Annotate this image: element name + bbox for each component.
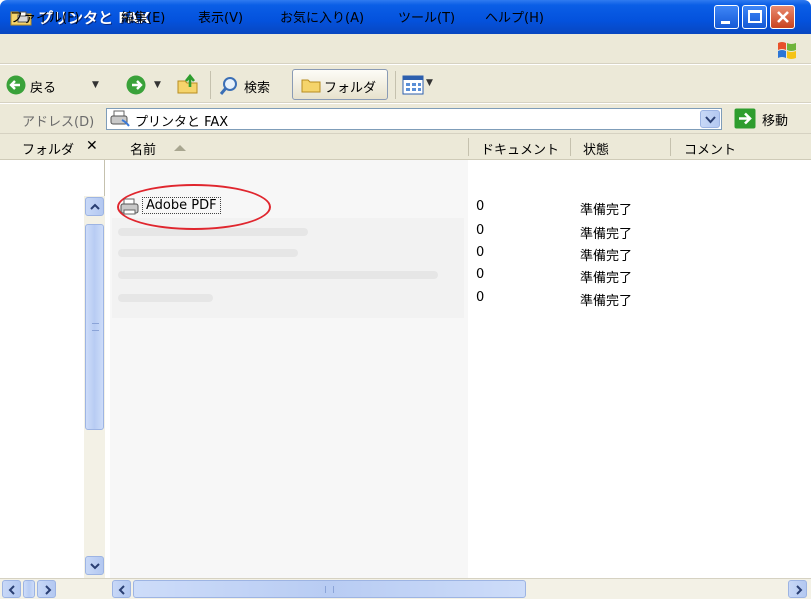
minimize-icon bbox=[721, 21, 730, 24]
forward-button[interactable]: ▼ bbox=[126, 70, 168, 100]
view-icon bbox=[402, 75, 424, 95]
column-separator[interactable] bbox=[570, 138, 571, 156]
close-icon bbox=[777, 11, 789, 23]
printer-status: 準備完了 bbox=[580, 249, 633, 264]
printer-status: 準備完了 bbox=[580, 227, 633, 242]
address-value: プリンタと FAX bbox=[135, 115, 229, 130]
close-button[interactable] bbox=[770, 5, 795, 29]
chevron-down-icon bbox=[90, 563, 100, 570]
document-count: 0 bbox=[476, 267, 485, 282]
minimize-button[interactable] bbox=[714, 5, 739, 29]
chevron-right-icon bbox=[45, 585, 52, 595]
back-dropdown-icon[interactable]: ▼ bbox=[92, 80, 99, 90]
go-button[interactable]: 移動 bbox=[734, 107, 804, 131]
menu-view[interactable]: 表示(V) bbox=[198, 7, 243, 26]
column-comments-header[interactable]: コメント bbox=[684, 139, 736, 158]
scroll-right-button[interactable] bbox=[788, 580, 807, 598]
folders-button[interactable]: フォルダ bbox=[292, 69, 388, 100]
chevron-left-icon bbox=[8, 585, 15, 595]
list-item[interactable]: 0 準備完了 bbox=[114, 242, 811, 264]
scroll-left-button[interactable] bbox=[112, 580, 131, 598]
go-arrow-icon bbox=[734, 108, 756, 129]
go-label: 移動 bbox=[762, 114, 789, 129]
menu-help[interactable]: ヘルプ(H) bbox=[485, 7, 544, 26]
forward-arrow-icon bbox=[126, 75, 146, 95]
back-label: 戻る bbox=[30, 81, 57, 96]
folder-scroll-left-button[interactable] bbox=[2, 580, 21, 598]
list-item[interactable]: 0 準備完了 bbox=[114, 287, 811, 309]
document-count: 0 bbox=[476, 290, 485, 305]
printer-status: 準備完了 bbox=[580, 294, 633, 309]
document-count: 0 bbox=[476, 199, 485, 214]
sort-ascending-icon bbox=[174, 145, 186, 151]
folder-scroll-right-button[interactable] bbox=[37, 580, 56, 598]
search-button[interactable]: 検索 bbox=[218, 70, 288, 100]
back-arrow-icon bbox=[6, 75, 26, 95]
search-label: 検索 bbox=[244, 81, 271, 96]
printer-icon bbox=[110, 110, 130, 127]
chevron-down-icon bbox=[705, 116, 716, 124]
document-count: 0 bbox=[476, 245, 485, 260]
vertical-scroll-thumb[interactable] bbox=[85, 224, 104, 430]
menu-bar bbox=[0, 34, 811, 64]
maximize-icon bbox=[748, 10, 762, 23]
column-name-header[interactable]: 名前 bbox=[130, 139, 156, 158]
views-button[interactable]: ▼ bbox=[402, 72, 438, 98]
column-separator[interactable] bbox=[468, 138, 469, 156]
address-label: アドレス(D) bbox=[22, 115, 95, 130]
scroll-up-button[interactable] bbox=[85, 197, 104, 216]
windows-flag-icon bbox=[778, 42, 796, 59]
chevron-up-icon bbox=[90, 203, 100, 210]
printer-status: 準備完了 bbox=[580, 203, 633, 218]
folder-pane-title: フォルダ bbox=[22, 143, 75, 158]
address-field[interactable]: プリンタと FAX bbox=[106, 108, 722, 130]
menu-file[interactable]: ファイル(F) bbox=[10, 7, 80, 26]
chevron-right-icon bbox=[796, 585, 803, 595]
toolbar-separator bbox=[395, 71, 396, 99]
highlight-ring bbox=[117, 184, 271, 230]
up-folder-icon[interactable] bbox=[176, 73, 200, 95]
folder-icon bbox=[301, 79, 321, 93]
printer-status: 準備完了 bbox=[580, 271, 633, 286]
document-count: 0 bbox=[476, 223, 485, 238]
chevron-left-icon bbox=[118, 585, 125, 595]
grip-icon bbox=[325, 586, 334, 593]
maximize-button[interactable] bbox=[742, 5, 767, 29]
forward-dropdown-icon[interactable]: ▼ bbox=[154, 80, 161, 90]
toolbar-separator bbox=[210, 71, 211, 99]
address-dropdown-button[interactable] bbox=[700, 110, 720, 128]
views-dropdown-icon: ▼ bbox=[426, 78, 433, 88]
folder-horizontal-thumb[interactable] bbox=[23, 580, 35, 598]
back-button[interactable]: 戻る ▼ bbox=[6, 70, 108, 100]
list-item[interactable]: 0 準備完了 bbox=[114, 264, 811, 286]
column-documents-header[interactable]: ドキュメント bbox=[481, 139, 559, 158]
folder-pane-close-button[interactable]: ✕ bbox=[86, 138, 98, 154]
folders-label: フォルダ bbox=[324, 81, 377, 96]
column-status-header[interactable]: 状態 bbox=[583, 139, 609, 158]
menu-tools[interactable]: ツール(T) bbox=[398, 7, 455, 26]
menu-favorites[interactable]: お気に入り(A) bbox=[280, 7, 364, 26]
column-separator[interactable] bbox=[670, 138, 671, 156]
search-icon bbox=[219, 77, 237, 95]
horizontal-scroll-thumb[interactable] bbox=[133, 580, 526, 598]
scroll-down-button[interactable] bbox=[85, 556, 104, 575]
grip-icon bbox=[92, 323, 99, 331]
menu-edit[interactable]: 編集(E) bbox=[121, 7, 165, 26]
